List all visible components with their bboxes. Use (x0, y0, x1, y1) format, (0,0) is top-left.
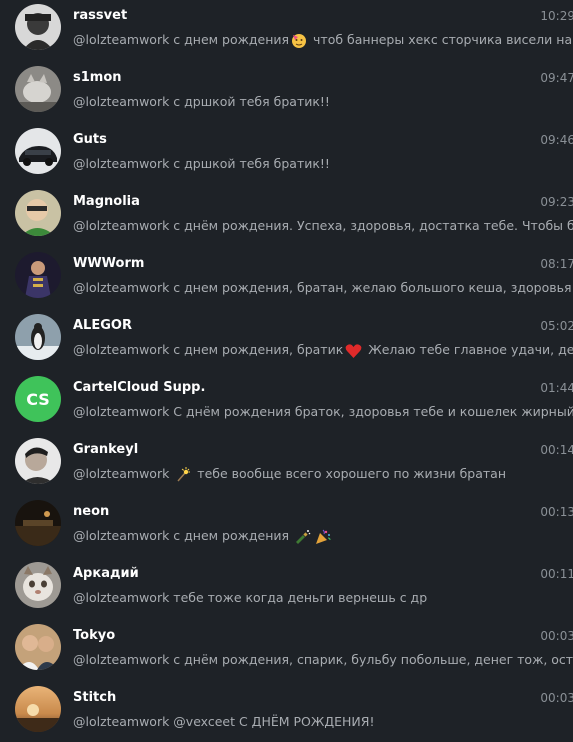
chat-row-guts[interactable]: Guts 09:46 @lolzteamwork с дршкой тебя б… (0, 124, 573, 186)
chat-row-grankeyl[interactable]: Grankeyl 00:14 @lolzteamwork тебе вообще… (0, 434, 573, 496)
chat-preview: @lolzteamwork с днем рождения чтоб банне… (73, 32, 573, 49)
chat-row-cartelcloud[interactable]: CS CartelCloud Supp. 01:44 @lolzteamwork… (0, 372, 573, 434)
sparkler-icon (175, 466, 191, 483)
chat-preview: @lolzteamwork тебе вообще всего хорошего… (73, 466, 507, 483)
chat-name: Stitch (73, 690, 117, 705)
chat-time: 00:11 (540, 567, 573, 581)
chat-name: Magnolia (73, 194, 140, 209)
chat-time: 00:14 (540, 443, 573, 457)
chat-time: 00:03 (540, 691, 573, 705)
chat-row-neon[interactable]: neon 00:13 @lolzteamwork с днем рождения (0, 496, 573, 558)
avatar (15, 4, 61, 50)
avatar (15, 500, 61, 546)
chat-name: Аркадий (73, 566, 139, 581)
chat-row-arkadiy[interactable]: Аркадий 00:11 @lolzteamwork тебе тоже ко… (0, 558, 573, 620)
avatar (15, 128, 61, 174)
party-popper-icon (315, 529, 331, 545)
chat-list: rassvet 10:29 @lolzteamwork с днем рожде… (0, 0, 573, 742)
chat-preview: @lolzteamwork С днём рождения браток, зд… (73, 404, 573, 419)
chat-preview: @lolzteamwork с днем рождения (73, 528, 573, 545)
avatar (15, 252, 61, 298)
bottle-popping-icon (295, 529, 311, 545)
chat-row-wwworm[interactable]: WWWorm 08:17 @lolzteamwork с днем рожден… (0, 248, 573, 310)
avatar (15, 686, 61, 732)
chat-name: rassvet (73, 8, 128, 23)
chat-time: 05:02 (540, 319, 573, 333)
chat-time: 00:13 (540, 505, 573, 519)
chat-row-stitch[interactable]: Stitch 00:03 @lolzteamwork @vexceet С ДН… (0, 682, 573, 742)
chat-preview: @lolzteamwork с дршкой тебя братик!! (73, 156, 330, 171)
chat-name: CartelCloud Supp. (73, 380, 206, 395)
chat-name: WWWorm (73, 256, 145, 271)
chat-name: ALEGOR (73, 318, 132, 333)
chat-time: 01:44 (540, 381, 573, 395)
chat-preview: @lolzteamwork с дршкой тебя братик!! (73, 94, 330, 109)
chat-time: 09:23 (540, 195, 573, 209)
chat-time: 09:47 (540, 71, 573, 85)
avatar (15, 438, 61, 484)
party-face-icon (291, 33, 307, 49)
chat-name: s1mon (73, 70, 122, 85)
avatar (15, 190, 61, 236)
chat-time: 10:29 (540, 9, 573, 23)
chat-preview: @lolzteamwork с днём рождения. Успеха, з… (73, 218, 573, 233)
chat-time: 09:46 (540, 133, 573, 147)
chat-preview: @lolzteamwork тебе тоже когда деньги вер… (73, 590, 428, 605)
avatar-initials: CS (15, 376, 61, 422)
chat-preview: @lolzteamwork @vexceet С ДНЁМ РОЖДЕНИЯ! (73, 714, 375, 729)
chat-row-tokyo[interactable]: Tokyo 00:03 @lolzteamwork с днём рождени… (0, 620, 573, 682)
chat-time: 08:17 (540, 257, 573, 271)
chat-preview: @lolzteamwork с днем рождения, братан, ж… (73, 280, 573, 295)
chat-name: neon (73, 504, 110, 519)
chat-name: Tokyo (73, 628, 116, 643)
chat-name: Grankeyl (73, 442, 139, 457)
avatar (15, 624, 61, 670)
red-heart-icon (345, 343, 362, 359)
chat-row-magnolia[interactable]: Magnolia 09:23 @lolzteamwork с днём рожд… (0, 186, 573, 248)
avatar (15, 562, 61, 608)
chat-row-alegor[interactable]: ALEGOR 05:02 @lolzteamwork с днем рожден… (0, 310, 573, 372)
avatar (15, 314, 61, 360)
chat-row-s1mon[interactable]: s1mon 09:47 @lolzteamwork с дршкой тебя … (0, 62, 573, 124)
chat-preview: @lolzteamwork с днем рождения, братик Же… (73, 342, 573, 359)
chat-row-rassvet[interactable]: rassvet 10:29 @lolzteamwork с днем рожде… (0, 0, 573, 62)
chat-preview: @lolzteamwork с днём рождения, спарик, б… (73, 652, 573, 667)
chat-time: 00:03 (540, 629, 573, 643)
chat-name: Guts (73, 132, 107, 147)
avatar (15, 66, 61, 112)
